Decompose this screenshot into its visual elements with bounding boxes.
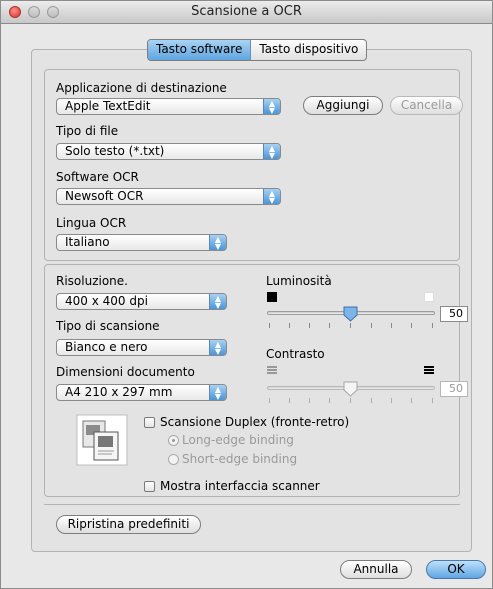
high-contrast-icon: [424, 366, 434, 376]
light-square-icon: [424, 292, 434, 302]
cancel-button[interactable]: Annulla: [340, 560, 412, 579]
brightness-value-field[interactable]: 50: [440, 306, 468, 322]
ocr-software-value: Newsoft OCR: [65, 189, 144, 203]
divider: [44, 504, 460, 505]
app-popup[interactable]: Apple TextEdit ▲ ▼: [56, 98, 281, 115]
popup-arrows-icon: ▲ ▼: [209, 294, 226, 310]
filetype-label: Tipo di file: [56, 124, 119, 138]
doc-size-label: Dimensioni documento: [56, 365, 195, 379]
doc-size-value: A4 210 x 297 mm: [65, 385, 173, 399]
long-edge-label: Long-edge binding: [182, 433, 294, 447]
app-label: Applicazione di destinazione: [56, 81, 227, 95]
dark-square-icon: [267, 292, 277, 302]
add-button[interactable]: Aggiungi: [303, 96, 383, 115]
popup-arrows-icon: ▲ ▼: [209, 340, 226, 356]
dialog-window: Scansione a OCR Tasto software Tasto dis…: [0, 0, 493, 589]
title-bar: Scansione a OCR: [1, 1, 492, 24]
short-edge-label: Short-edge binding: [182, 452, 298, 466]
ocr-software-label: Software OCR: [56, 170, 139, 184]
short-edge-radio[interactable]: [168, 454, 179, 465]
ok-button[interactable]: OK: [426, 560, 486, 579]
filetype-popup[interactable]: Solo testo (*.txt) ▲ ▼: [56, 143, 281, 160]
tab-software-button[interactable]: Tasto software: [148, 40, 252, 60]
tab-bar: Tasto software Tasto dispositivo: [147, 39, 368, 61]
duplex-document-icon: [76, 414, 128, 466]
contrast-value-field[interactable]: 50: [440, 381, 468, 397]
contrast-ticks: [267, 398, 435, 403]
long-edge-radio[interactable]: [168, 435, 179, 446]
scan-type-popup[interactable]: Bianco e nero ▲ ▼: [56, 339, 227, 356]
duplex-label: Scansione Duplex (fronte-retro): [160, 415, 350, 429]
window-title: Scansione a OCR: [191, 4, 302, 19]
brightness-slider-thumb[interactable]: [343, 306, 358, 322]
ocr-software-popup[interactable]: Newsoft OCR ▲ ▼: [56, 188, 281, 205]
filetype-value: Solo testo (*.txt): [65, 144, 165, 158]
popup-arrows-icon: ▲ ▼: [209, 235, 226, 251]
popup-arrows-icon: ▲ ▼: [209, 385, 226, 401]
popup-arrows-icon: ▲ ▼: [263, 144, 280, 160]
contrast-label: Contrasto: [266, 347, 325, 361]
brightness-label: Luminosità: [266, 274, 332, 288]
contrast-slider-thumb[interactable]: [343, 381, 358, 397]
ocr-language-value: Italiano: [65, 235, 110, 249]
resolution-value: 400 x 400 dpi: [65, 294, 148, 308]
popup-arrows-icon: ▲ ▼: [263, 99, 280, 115]
ocr-language-label: Lingua OCR: [56, 216, 127, 230]
app-value: Apple TextEdit: [65, 99, 151, 113]
popup-arrows-icon: ▲ ▼: [263, 189, 280, 205]
low-contrast-icon: [267, 366, 277, 376]
scan-type-label: Tipo di scansione: [56, 319, 160, 333]
delete-button[interactable]: Cancella: [390, 96, 463, 115]
show-scanner-ui-label: Mostra interfaccia scanner: [160, 479, 320, 493]
duplex-checkbox[interactable]: [144, 417, 155, 428]
restore-defaults-button[interactable]: Ripristina predefiniti: [56, 515, 201, 534]
ocr-language-popup[interactable]: Italiano ▲ ▼: [56, 234, 227, 251]
resolution-popup[interactable]: 400 x 400 dpi ▲ ▼: [56, 293, 227, 310]
resolution-label: Risoluzione.: [56, 274, 128, 288]
brightness-ticks: [267, 323, 435, 328]
doc-size-popup[interactable]: A4 210 x 297 mm ▲ ▼: [56, 384, 227, 401]
show-scanner-ui-checkbox[interactable]: [144, 481, 155, 492]
scan-type-value: Bianco e nero: [65, 340, 148, 354]
tab-device-button[interactable]: Tasto dispositivo: [251, 40, 366, 60]
